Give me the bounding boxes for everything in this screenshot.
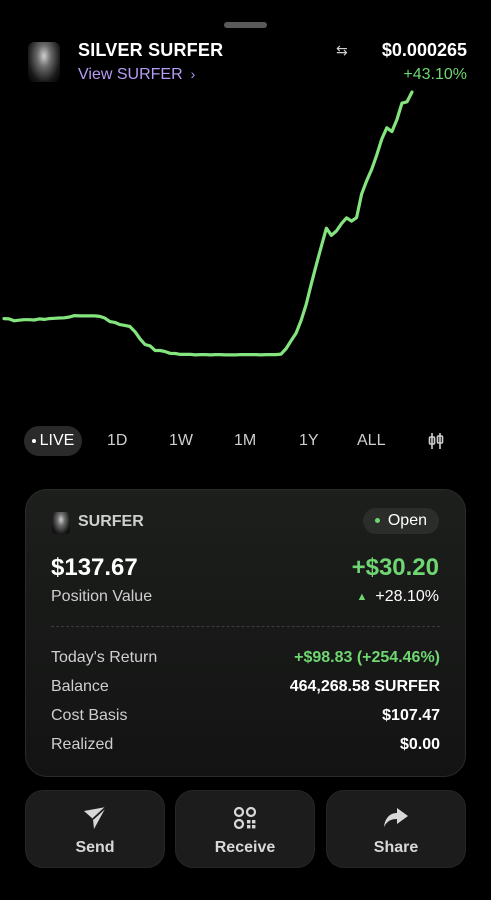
share-label: Share <box>373 839 419 856</box>
range-1w[interactable]: 1W <box>169 426 193 456</box>
row-cost-basis: Cost Basis $107.47 <box>51 707 440 731</box>
row-value: 464,268.58 SURFER <box>289 678 440 695</box>
range-1y[interactable]: 1Y <box>299 426 319 456</box>
up-triangle-icon: ▲ <box>356 590 368 603</box>
send-icon <box>84 806 107 829</box>
token-title: SILVER SURFER <box>78 40 224 60</box>
share-arrow-icon <box>384 808 408 827</box>
status-label: Open <box>387 512 427 529</box>
row-label: Balance <box>51 678 109 695</box>
range-live[interactable]: LIVE <box>24 426 82 456</box>
position-card: SURFER Open $137.67 Position Value +$30.… <box>25 489 466 777</box>
token-avatar-small <box>52 512 70 534</box>
position-value-label: Position Value <box>51 588 153 605</box>
pnl-percent-value: +28.10% <box>375 588 439 605</box>
receive-button[interactable]: Receive <box>175 790 315 868</box>
status-dot <box>374 518 380 524</box>
send-button[interactable]: Send <box>25 790 165 868</box>
sheet-grabber[interactable] <box>224 22 267 28</box>
row-label: Today's Return <box>51 649 158 666</box>
position-pnl-percent: ▲ +28.10% <box>357 588 440 606</box>
status-badge: Open <box>362 508 439 534</box>
row-value: $107.47 <box>382 707 440 724</box>
swap-arrows-icon[interactable]: ⇆ <box>336 42 348 59</box>
range-all[interactable]: ALL <box>357 426 385 456</box>
range-live-label: LIVE <box>39 432 75 449</box>
send-label: Send <box>75 839 115 856</box>
receive-label: Receive <box>214 839 276 856</box>
row-value: $0.00 <box>399 736 440 753</box>
row-label: Realized <box>51 736 114 753</box>
position-token: SURFER <box>78 513 144 530</box>
row-label: Cost Basis <box>51 707 128 724</box>
position-value: $137.67 <box>51 554 138 581</box>
candlestick-toggle-icon[interactable] <box>426 432 446 450</box>
action-buttons: Send Receive Share <box>25 790 466 868</box>
token-avatar <box>28 42 60 82</box>
row-value: +$98.83 (+254.46%) <box>294 649 440 666</box>
share-button[interactable]: Share <box>326 790 466 868</box>
time-range-selector: LIVE 1D 1W 1M 1Y ALL <box>24 426 467 456</box>
range-1d[interactable]: 1D <box>107 426 127 456</box>
row-balance: Balance 464,268.58 SURFER <box>51 678 440 702</box>
divider <box>51 626 440 627</box>
range-1m[interactable]: 1M <box>234 426 256 456</box>
position-pnl: +$30.20 <box>351 554 439 581</box>
token-price: $0.000265 <box>381 40 467 60</box>
row-todays-return: Today's Return +$98.83 (+254.46%) <box>51 649 440 673</box>
price-line <box>2 90 414 357</box>
price-chart[interactable] <box>0 80 491 400</box>
qr-code-icon <box>233 806 257 830</box>
row-realized: Realized $0.00 <box>51 736 440 760</box>
live-dot <box>31 438 36 443</box>
